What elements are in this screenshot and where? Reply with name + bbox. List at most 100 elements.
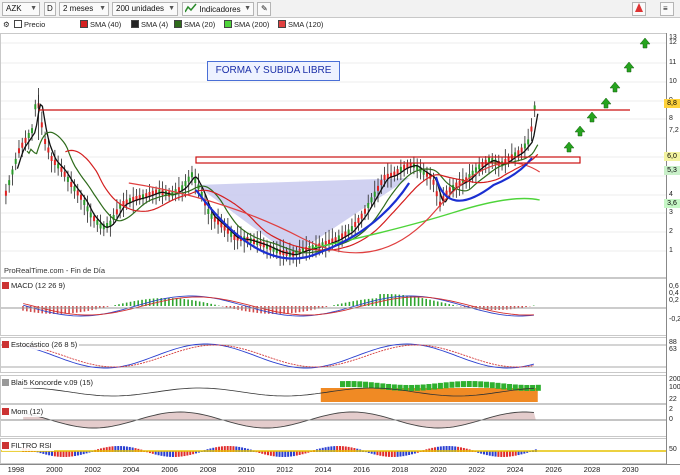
- year-tick-label: 2000: [46, 465, 63, 474]
- rsi-filter-bar: [506, 451, 509, 457]
- candle-body: [21, 142, 24, 148]
- price-chart[interactable]: [0, 0, 680, 475]
- price-tick-label: 12: [669, 39, 677, 46]
- koncorde-green-area: [345, 381, 351, 388]
- macd-histogram-bar: [340, 303, 343, 306]
- macd-panel-label[interactable]: MACD (12 26 9): [2, 280, 68, 291]
- macd-histogram-bar: [440, 302, 443, 306]
- candle-body: [99, 223, 102, 229]
- candle-body: [357, 217, 360, 223]
- macd-histogram-bar: [244, 306, 247, 312]
- macd-histogram-bar: [436, 301, 439, 306]
- koncorde-green-area: [524, 384, 530, 391]
- macd-histogram-bar: [260, 306, 262, 314]
- candle-body: [83, 200, 86, 205]
- macd-histogram-bar: [64, 306, 67, 314]
- macd-histogram-bar: [333, 305, 335, 306]
- candle-body: [380, 180, 383, 186]
- price-tick-label: 2: [669, 228, 673, 235]
- rsi-filter-bar: [494, 451, 497, 457]
- rsi-filter-bar: [497, 451, 500, 457]
- koncorde-green-area: [489, 382, 495, 389]
- year-tick-label: 2022: [468, 465, 486, 474]
- macd-histogram-bar: [175, 298, 178, 306]
- macd-histogram-bar: [56, 306, 59, 314]
- macd-histogram-bar: [210, 303, 212, 306]
- koncorde-green-area: [478, 381, 484, 388]
- rsi-filter-bar: [387, 451, 390, 457]
- candle-body: [34, 104, 37, 110]
- rsi-filter-bar: [180, 451, 183, 457]
- candle-body: [24, 137, 27, 143]
- year-tick-label: 2002: [84, 465, 102, 474]
- rsi-filter-bar: [503, 451, 506, 457]
- price-tick-label: 3: [669, 209, 673, 216]
- candle-body: [523, 143, 526, 149]
- candle-body: [478, 164, 481, 170]
- rsi-filter-bar: [281, 451, 284, 457]
- indicator-icon: [2, 442, 9, 449]
- macd-histogram-bar: [521, 306, 523, 308]
- macd-histogram-bar: [390, 294, 393, 306]
- rsi-filter-bar: [278, 451, 281, 457]
- price-tick-label: 11: [669, 59, 677, 66]
- candle-body: [370, 197, 373, 203]
- rsi-filter-panel-label[interactable]: FILTRO RSI: [2, 440, 54, 451]
- candle-body: [184, 181, 187, 187]
- macd-histogram-bar: [433, 300, 435, 306]
- macd-histogram-bar: [444, 303, 447, 306]
- year-tick-label: 2030: [622, 465, 639, 474]
- price-tick-label: 7,2: [669, 127, 679, 134]
- price-tick-label: 1: [669, 247, 673, 254]
- target-arrow-icon: [563, 141, 575, 153]
- price-tick-label: 4: [669, 191, 673, 198]
- macd-histogram-bar: [114, 305, 116, 306]
- candle-body: [399, 166, 402, 172]
- koncorde-tick-label: 22: [669, 396, 677, 403]
- candle-body: [53, 160, 56, 165]
- candle-body: [383, 174, 386, 180]
- koncorde-green-area: [472, 381, 478, 388]
- macd-histogram-bar: [371, 298, 374, 306]
- koncorde-tick-label: 200: [669, 376, 680, 383]
- koncorde-green-area: [409, 384, 415, 391]
- macd-histogram-bar: [233, 306, 235, 309]
- pattern-annotation: FORMA Y SUBIDA LIBRE: [207, 61, 340, 81]
- candle-body: [487, 157, 490, 163]
- candle-body: [530, 126, 533, 132]
- macd-histogram-bar: [206, 302, 209, 306]
- koncorde-orange-area: [320, 388, 538, 402]
- rsi-filter-bar: [177, 451, 180, 457]
- stochastic-panel-label[interactable]: Estocástico (26 8 5): [2, 339, 80, 350]
- candle-body: [86, 206, 89, 212]
- macd-tick-label: 0,4: [669, 290, 679, 297]
- macd-histogram-bar: [179, 298, 182, 306]
- year-tick-label: 2028: [583, 465, 601, 474]
- macd-histogram-bar: [183, 299, 186, 306]
- candle-body: [190, 172, 193, 178]
- candle-body: [363, 208, 366, 214]
- indicator-icon: [2, 408, 9, 415]
- koncorde-panel-label[interactable]: Blai5 Koncorde v.09 (15): [2, 377, 95, 388]
- candle-body: [89, 212, 92, 218]
- candle-body: [73, 186, 76, 192]
- koncorde-green-area: [414, 384, 420, 391]
- macd-histogram-bar: [302, 306, 305, 312]
- candle-body: [50, 156, 53, 161]
- rsi-filter-bar: [59, 451, 62, 457]
- current-price-tag: 8,8: [664, 99, 680, 108]
- macd-histogram-bar: [421, 298, 424, 306]
- candle-body: [14, 158, 17, 164]
- macd-tick-label: 0,2: [669, 297, 679, 304]
- macd-tick-label: -0,2: [669, 316, 680, 323]
- macd-histogram-bar: [291, 306, 293, 314]
- macd-histogram-bar: [360, 299, 362, 306]
- macd-histogram-bar: [429, 299, 431, 306]
- rsi-filter-bar: [53, 451, 56, 457]
- candle-body: [373, 191, 376, 197]
- momentum-panel-label[interactable]: Mom (12): [2, 406, 46, 417]
- rsi-filter-bar: [71, 451, 74, 457]
- candle-body: [44, 139, 47, 144]
- rsi-filter-bar: [399, 451, 402, 457]
- macd-histogram-bar: [164, 298, 166, 306]
